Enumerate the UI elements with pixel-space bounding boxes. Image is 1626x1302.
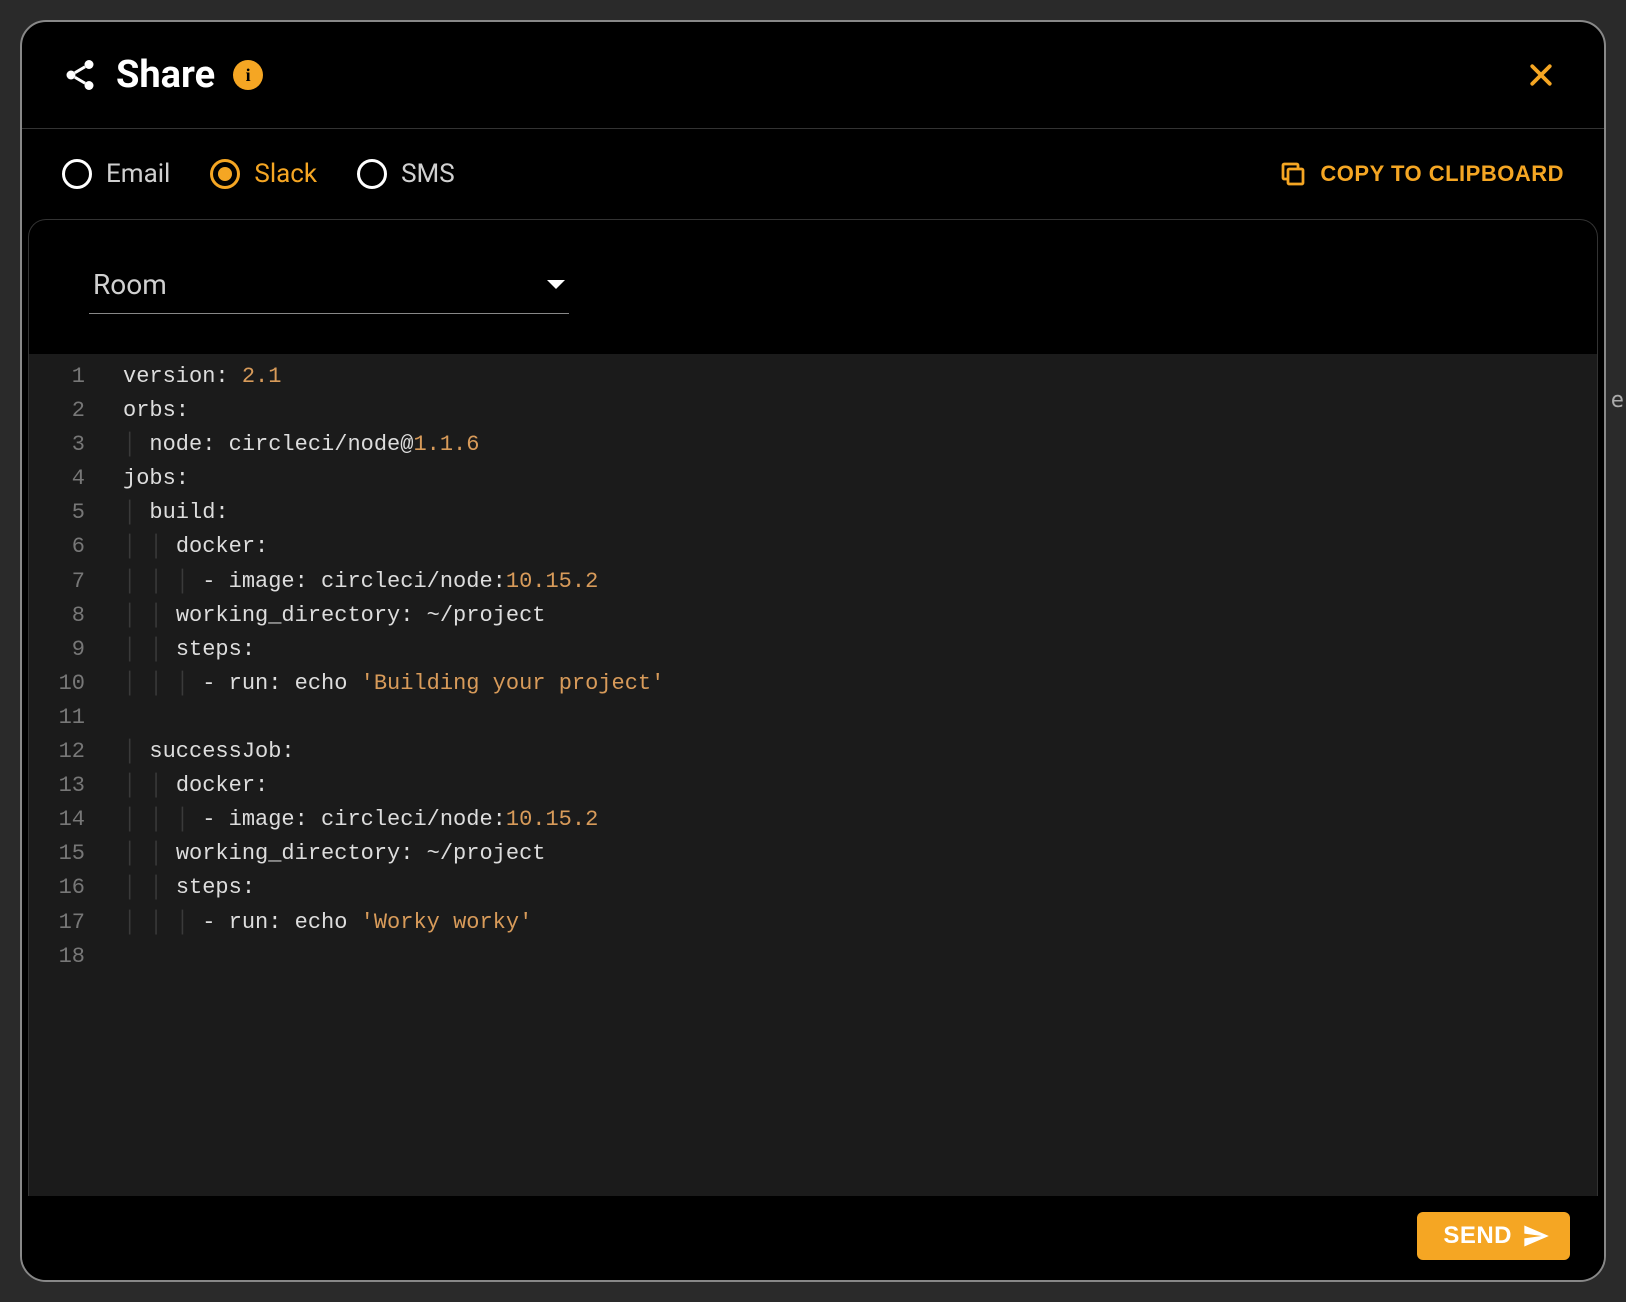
line-number: 2 [49, 394, 85, 428]
send-icon [1522, 1222, 1550, 1250]
radio-icon [210, 159, 240, 189]
code-line: │ build: [123, 496, 1597, 530]
copy-icon [1278, 159, 1308, 189]
share-dialog: Share i Email Slack SMS COPY TO CLIPBOARD [20, 20, 1606, 1282]
code-line: │ │ steps: [123, 871, 1597, 905]
radio-icon [357, 159, 387, 189]
content-panel: Room 123456789101112131415161718 version… [28, 219, 1598, 1196]
line-number: 4 [49, 462, 85, 496]
code-line: orbs: [123, 394, 1597, 428]
line-number: 3 [49, 428, 85, 462]
line-number: 7 [49, 565, 85, 599]
close-button[interactable] [1518, 52, 1564, 98]
line-number: 6 [49, 530, 85, 564]
line-number: 15 [49, 837, 85, 871]
code-line: │ │ steps: [123, 633, 1597, 667]
copy-to-clipboard-button[interactable]: COPY TO CLIPBOARD [1278, 159, 1564, 189]
radio-label: Slack [254, 159, 317, 189]
line-number: 18 [49, 940, 85, 974]
line-number: 16 [49, 871, 85, 905]
code-line: │ successJob: [123, 735, 1597, 769]
room-select-wrapper: Room [29, 220, 1597, 324]
radio-sms[interactable]: SMS [357, 159, 455, 189]
stray-char: e [1611, 388, 1624, 413]
info-icon[interactable]: i [233, 60, 263, 90]
line-number: 17 [49, 906, 85, 940]
line-number: 9 [49, 633, 85, 667]
copy-label: COPY TO CLIPBOARD [1320, 161, 1564, 187]
code-line: version: 2.1 [123, 360, 1597, 394]
line-number: 14 [49, 803, 85, 837]
code-editor[interactable]: 123456789101112131415161718 version: 2.1… [29, 354, 1597, 1196]
code-line: │ │ │ - run: echo 'Building your project… [123, 667, 1597, 701]
code-line: jobs: [123, 462, 1597, 496]
code-line: │ │ │ - image: circleci/node:10.15.2 [123, 803, 1597, 837]
send-button[interactable]: SEND [1417, 1212, 1570, 1260]
line-number: 8 [49, 599, 85, 633]
title-group: Share i [62, 53, 263, 97]
line-number: 11 [49, 701, 85, 735]
line-number: 12 [49, 735, 85, 769]
code-line: │ │ docker: [123, 530, 1597, 564]
line-number-gutter: 123456789101112131415161718 [29, 354, 99, 1196]
share-icon [62, 57, 98, 93]
code-area[interactable]: version: 2.1orbs:│ node: circleci/node@1… [99, 354, 1597, 1196]
code-line: │ │ │ - run: echo 'Worky worky' [123, 906, 1597, 940]
room-select-label: Room [93, 268, 167, 301]
radio-icon [62, 159, 92, 189]
line-number: 10 [49, 667, 85, 701]
radio-label: SMS [401, 159, 455, 189]
share-method-row: Email Slack SMS COPY TO CLIPBOARD [22, 129, 1604, 219]
dialog-header: Share i [22, 22, 1604, 129]
line-number: 13 [49, 769, 85, 803]
code-line: │ │ working_directory: ~/project [123, 599, 1597, 633]
code-line: │ node: circleci/node@1.1.6 [123, 428, 1597, 462]
room-select[interactable]: Room [89, 260, 569, 314]
dialog-title: Share [116, 53, 215, 97]
line-number: 1 [49, 360, 85, 394]
chevron-down-icon [547, 280, 565, 289]
share-method-radios: Email Slack SMS [62, 159, 455, 189]
dialog-footer: SEND [22, 1196, 1604, 1280]
code-line: │ │ docker: [123, 769, 1597, 803]
line-number: 5 [49, 496, 85, 530]
code-line: │ │ │ - image: circleci/node:10.15.2 [123, 565, 1597, 599]
close-icon [1526, 60, 1556, 90]
radio-slack[interactable]: Slack [210, 159, 317, 189]
code-line [123, 940, 1597, 974]
radio-label: Email [106, 159, 170, 189]
code-line [123, 701, 1597, 735]
radio-email[interactable]: Email [62, 159, 170, 189]
send-label: SEND [1443, 1222, 1512, 1250]
code-line: │ │ working_directory: ~/project [123, 837, 1597, 871]
